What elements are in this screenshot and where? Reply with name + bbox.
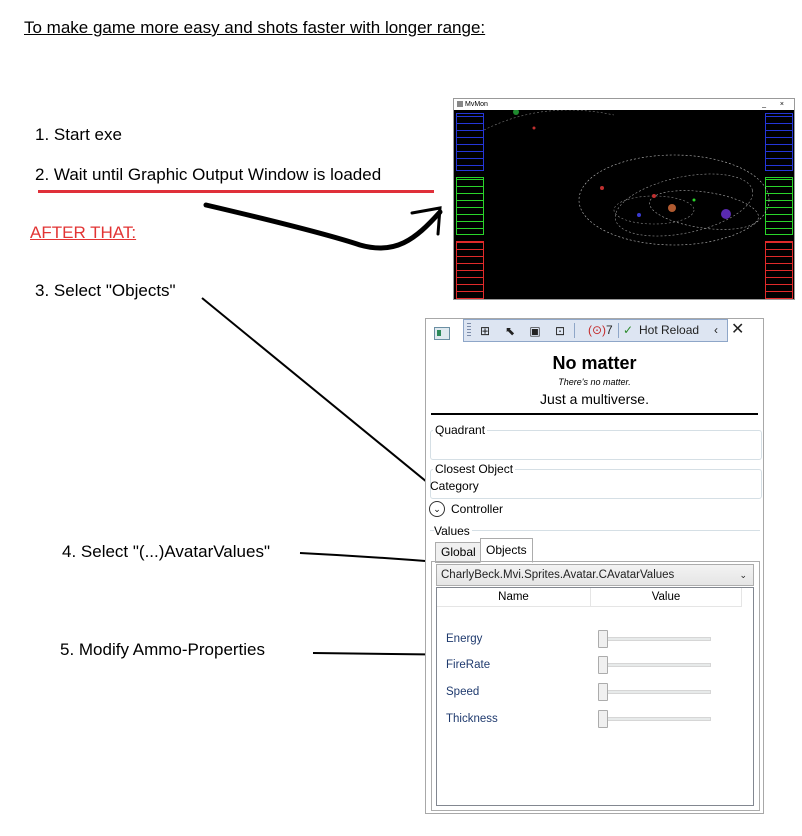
- close-icon[interactable]: ✕: [731, 321, 744, 339]
- window-icon: [434, 327, 450, 340]
- tab-objects[interactable]: Objects: [480, 538, 533, 563]
- property-grid: Name Value Energy FireRate Speed Thickne…: [436, 587, 754, 806]
- display-adorners-icon[interactable]: ▣: [526, 322, 544, 340]
- object-type-select[interactable]: CharlyBeck.Mvi.Sprites.Avatar.CAvatarVal…: [436, 564, 754, 586]
- toolbar-separator-2: [618, 323, 619, 338]
- chevron-down-icon: ⌄: [739, 570, 747, 580]
- header-tagline: Just a multiverse.: [540, 391, 649, 407]
- chevron-left-icon[interactable]: ‹: [714, 323, 718, 338]
- category-label: Category: [430, 479, 479, 493]
- speed-slider-track[interactable]: [603, 690, 711, 694]
- tab-global[interactable]: Global: [435, 542, 482, 563]
- property-name-speed: Speed: [446, 686, 480, 698]
- firerate-slider-thumb[interactable]: [598, 656, 608, 674]
- header-subtitle: There's no matter.: [558, 377, 631, 387]
- object-type-value: CharlyBeck.Mvi.Sprites.Avatar.CAvatarVal…: [441, 569, 675, 581]
- header-title: No matter: [552, 353, 637, 373]
- property-name-thickness: Thickness: [446, 713, 498, 725]
- thickness-slider-track[interactable]: [603, 717, 711, 721]
- toolbar-grip[interactable]: [467, 323, 471, 338]
- property-name-energy: Energy: [446, 633, 483, 645]
- property-name-firerate: FireRate: [446, 659, 491, 671]
- select-element-icon[interactable]: ⬉: [501, 322, 519, 340]
- debug-toolbar: ⊞ ⬉ ▣ ⊡ (⊙) 7 ✓ Hot Reload ‹: [463, 319, 728, 342]
- speed-slider-thumb[interactable]: [598, 683, 608, 701]
- quadrant-label: Quadrant: [433, 423, 488, 437]
- column-header-value[interactable]: Value: [591, 588, 742, 607]
- thickness-slider-thumb[interactable]: [598, 710, 608, 728]
- toolbar-separator: [574, 323, 575, 338]
- energy-slider-track[interactable]: [603, 637, 711, 641]
- values-divider: [430, 530, 760, 531]
- closest-object-label: Closest Object: [433, 462, 516, 476]
- controller-expander-icon[interactable]: ⌄: [429, 501, 445, 517]
- header-divider: [431, 413, 758, 415]
- column-header-name[interactable]: Name: [437, 588, 591, 607]
- live-tree-icon[interactable]: ⊞: [476, 322, 494, 340]
- track-focus-icon[interactable]: ⊡: [551, 322, 569, 340]
- energy-slider-thumb[interactable]: [598, 630, 608, 648]
- values-label: Values: [434, 524, 472, 538]
- error-count: 7: [606, 323, 613, 337]
- properties-panel[interactable]: ⊞ ⬉ ▣ ⊡ (⊙) 7 ✓ Hot Reload ‹ ✕ No matter…: [425, 318, 764, 814]
- check-icon: ✓: [623, 323, 634, 337]
- hot-reload-button[interactable]: Hot Reload: [639, 323, 699, 338]
- controller-label[interactable]: Controller: [451, 502, 503, 516]
- firerate-slider-track[interactable]: [603, 663, 711, 667]
- binding-error-icon[interactable]: (⊙): [588, 323, 606, 338]
